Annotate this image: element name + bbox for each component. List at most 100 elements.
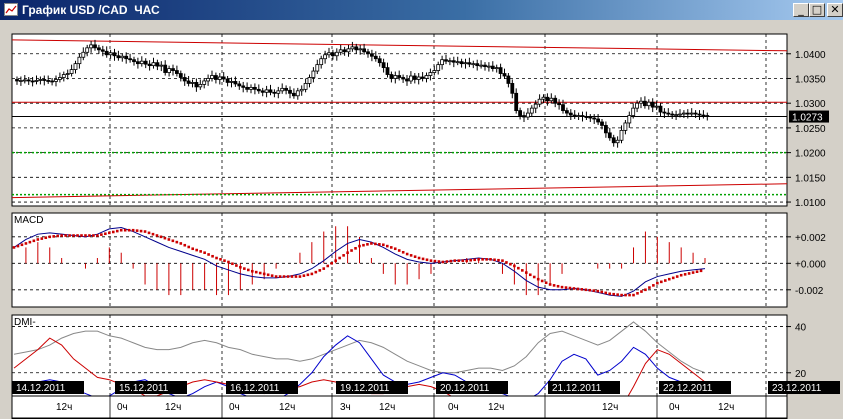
candle-body <box>444 59 448 62</box>
macd-signal-dot <box>342 254 345 257</box>
candle-body <box>350 46 355 50</box>
candle-body <box>147 63 152 67</box>
candle-body <box>471 63 476 66</box>
macd-signal-dot <box>362 243 365 247</box>
candle-body <box>323 54 328 60</box>
candle-body <box>58 77 62 80</box>
candle-body <box>15 79 19 82</box>
candle-body <box>151 62 156 67</box>
candle-body <box>260 90 265 93</box>
macd-signal-dot <box>624 293 627 297</box>
candle-body <box>393 75 398 79</box>
candle-body <box>213 75 218 80</box>
macd-signal-dot <box>473 258 476 262</box>
macd-signal-dot <box>683 273 687 276</box>
candle-body <box>319 58 324 66</box>
date-label: 14.12.2011 <box>16 383 66 394</box>
macd-signal-dot <box>556 284 560 288</box>
macd-signal-dot <box>247 268 250 272</box>
candle-body <box>635 102 639 109</box>
hour-label: 12ч <box>279 402 295 413</box>
candle-body <box>116 55 121 59</box>
chart-area[interactable]: 1.0400 1.0350 1.0300 1.0250 1.0200 1.0150 1.01… <box>0 20 843 419</box>
candle-body <box>600 121 604 126</box>
macd-signal-dot <box>528 273 532 277</box>
candle-body <box>327 52 331 56</box>
macd-signal-dot <box>576 287 580 291</box>
candle-body <box>38 79 43 81</box>
price-tick-label: 1.0250 <box>795 124 826 135</box>
macd-signal-dot <box>663 279 667 282</box>
candle-body <box>490 65 495 69</box>
macd-signal-dot <box>536 277 540 281</box>
minimize-button[interactable]: _ <box>793 3 809 17</box>
candle-body <box>221 76 226 80</box>
macd-signal-dot <box>239 265 242 269</box>
macd-signal-dot <box>628 293 631 297</box>
macd-signal-dot <box>302 274 306 277</box>
candle-body <box>69 69 74 74</box>
macd-signal-dot <box>163 236 167 240</box>
hour-label: 12ч <box>379 402 395 413</box>
macd-signal-dot <box>12 246 16 249</box>
candle-body <box>18 80 23 82</box>
candle-body <box>619 129 624 141</box>
candle-body <box>373 55 378 60</box>
candle-body <box>124 55 129 60</box>
macd-signal-dot <box>155 234 159 237</box>
macd-signal-dot <box>393 247 397 251</box>
macd-signal-dot <box>517 266 520 270</box>
candle-body <box>467 62 472 65</box>
macd-signal-dot <box>485 258 488 261</box>
macd-signal-dot <box>191 247 195 251</box>
macd-signal-dot <box>671 276 675 280</box>
candle-body <box>85 47 90 53</box>
macd-signal-dot <box>612 292 615 296</box>
candle-body <box>241 85 246 88</box>
macd-signal-dot <box>608 292 611 296</box>
candle-body <box>46 80 51 82</box>
macd-signal-dot <box>370 242 373 245</box>
candle-body <box>533 103 538 109</box>
macd-signal-dot <box>640 290 643 293</box>
candle-body <box>77 56 82 65</box>
macd-signal-dot <box>179 242 183 245</box>
macd-signal-dot <box>270 274 274 277</box>
macd-signal-dot <box>151 232 155 236</box>
macd-signal-dot <box>104 232 107 236</box>
macd-signal-dot <box>580 288 584 291</box>
macd-signal-dot <box>294 275 298 278</box>
macd-signal-dot <box>195 248 198 252</box>
candle-body <box>408 75 413 82</box>
price-tick-label: 1.0200 <box>795 149 826 160</box>
macd-signal-dot <box>505 261 508 264</box>
maximize-button[interactable]: □ <box>809 3 825 17</box>
macd-signal-dot <box>596 289 600 293</box>
macd-signal-dot <box>437 260 441 263</box>
title-bar[interactable]: График USD /CAD ЧАС _ □ ✕ <box>0 0 843 20</box>
macd-signal-dot <box>385 244 389 248</box>
chart-canvas[interactable]: 1.0400 1.0350 1.0300 1.0250 1.0200 1.0150 1.01… <box>0 20 843 419</box>
macd-signal-dot <box>656 281 659 285</box>
macd-signal-dot <box>80 234 83 237</box>
macd-signal-dot <box>175 240 179 244</box>
candle-body <box>311 70 316 78</box>
candle-body <box>93 44 97 49</box>
macd-signal-dot <box>235 264 238 267</box>
macd-signal-dot <box>687 272 691 275</box>
candle-body <box>174 70 179 74</box>
macd-signal-dot <box>540 279 544 283</box>
date-label: 21.12.2011 <box>552 383 602 394</box>
candle-body <box>401 77 406 80</box>
candle-body <box>463 62 468 65</box>
candle-body <box>120 55 125 59</box>
macd-signal-dot <box>330 262 334 265</box>
candle-body <box>381 62 386 69</box>
macd-signal-dot <box>60 234 63 237</box>
macd-signal-dot <box>314 270 318 274</box>
close-button[interactable]: ✕ <box>827 3 843 17</box>
candle-body <box>596 118 600 123</box>
macd-signal-dot <box>409 254 413 257</box>
macd-signal-dot <box>405 252 409 256</box>
macd-signal-dot <box>143 230 147 233</box>
